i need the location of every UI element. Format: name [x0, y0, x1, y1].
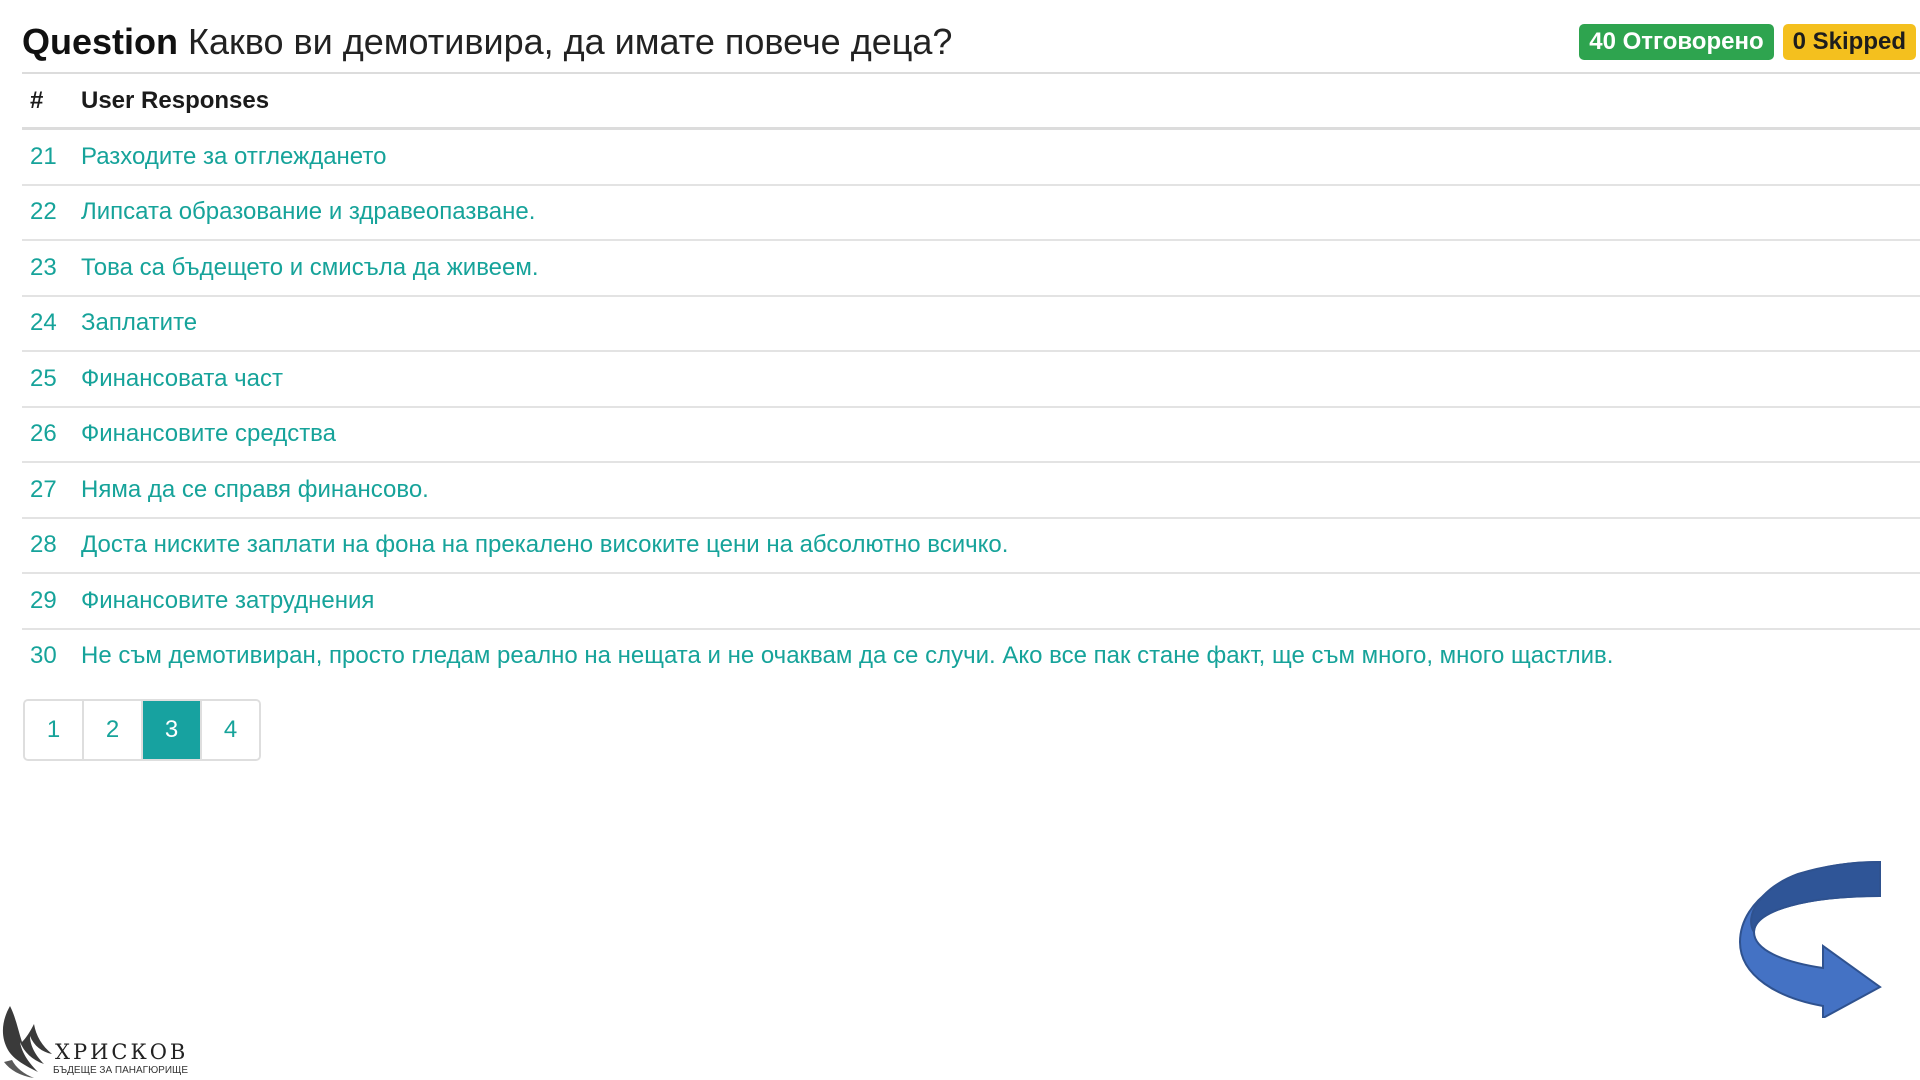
row-response: Това са бъдещето и смисъла да живеем.	[81, 253, 539, 281]
responses-table: # User Responses 21 Разходите за отглежд…	[22, 72, 1920, 683]
skipped-count-badge: 0 Skipped	[1782, 24, 1916, 60]
page-2-button[interactable]: 2	[84, 701, 143, 759]
row-number: 27	[30, 475, 57, 503]
page-4-button[interactable]: 4	[202, 701, 259, 759]
eagle-logo-icon	[2, 1006, 53, 1078]
page-1-button[interactable]: 1	[25, 701, 84, 759]
logo-tagline: БЪДЕЩЕ ЗА ПАНАГЮРИЩЕ	[53, 1065, 189, 1076]
row-response: Финансовите затруднения	[81, 586, 375, 614]
column-header-number: #	[30, 86, 44, 114]
row-number: 21	[30, 142, 57, 170]
status-badges: 40 Отговорено 0 Skipped	[1579, 24, 1916, 60]
table-row: 26 Финансовите средства	[22, 408, 1920, 463]
row-number: 24	[30, 309, 57, 337]
question-text: Какво ви демотивира, да имате повече дец…	[188, 21, 953, 62]
row-response: Финансовите средства	[81, 420, 337, 448]
row-number: 30	[30, 642, 57, 670]
row-number: 26	[30, 420, 57, 448]
table-row: 25 Финансовата част	[22, 352, 1920, 408]
logo-name: ХРИСКОВ	[55, 1040, 189, 1064]
table-row: 21 Разходите за отглеждането	[22, 130, 1920, 186]
row-number: 29	[30, 586, 57, 614]
table-row: 23 Това са бъдещето и смисъла да живеем.	[22, 241, 1920, 297]
pagination: 1 2 3 4	[23, 699, 261, 761]
question-label: Question	[22, 21, 179, 62]
table-row: 27 Няма да се справя финансово.	[22, 463, 1920, 519]
row-number: 28	[30, 531, 57, 559]
page-3-button-active[interactable]: 3	[143, 701, 202, 759]
row-response: Не съм демотивиран, просто гледам реално…	[81, 642, 1614, 670]
row-response: Няма да се справя финансово.	[81, 475, 429, 503]
table-row: 29 Финансовите затруднения	[22, 574, 1920, 630]
brand-logo: ХРИСКОВ БЪДЕЩЕ ЗА ПАНАГЮРИЩЕ	[0, 1002, 200, 1080]
row-response: Липсата образование и здравеопазване.	[81, 198, 536, 226]
table-header: # User Responses	[22, 74, 1920, 130]
table-row: 22 Липсата образование и здравеопазване.	[22, 186, 1920, 241]
row-response: Заплатите	[81, 309, 198, 337]
slide-page: Question Какво ви демотивира, да имате п…	[0, 0, 1920, 1080]
curved-arrow-icon[interactable]	[1738, 858, 1882, 1018]
table-row: 24 Заплатите	[22, 297, 1920, 352]
table-row: 28 Доста ниските заплати на фона на прек…	[22, 519, 1920, 574]
row-response: Финансовата част	[81, 364, 284, 392]
row-number: 23	[30, 253, 57, 281]
row-response: Доста ниските заплати на фона на прекале…	[81, 531, 1009, 559]
row-number: 22	[30, 198, 57, 226]
table-row: 30 Не съм демотивиран, просто гледам реа…	[22, 630, 1920, 684]
column-header-responses: User Responses	[81, 86, 270, 114]
page-title: Question Какво ви демотивира, да имате п…	[22, 20, 952, 64]
answered-count-badge: 40 Отговорено	[1579, 24, 1774, 60]
question-header: Question Какво ви демотивира, да имате п…	[22, 14, 1916, 70]
row-number: 25	[30, 364, 57, 392]
row-response: Разходите за отглеждането	[81, 142, 387, 170]
